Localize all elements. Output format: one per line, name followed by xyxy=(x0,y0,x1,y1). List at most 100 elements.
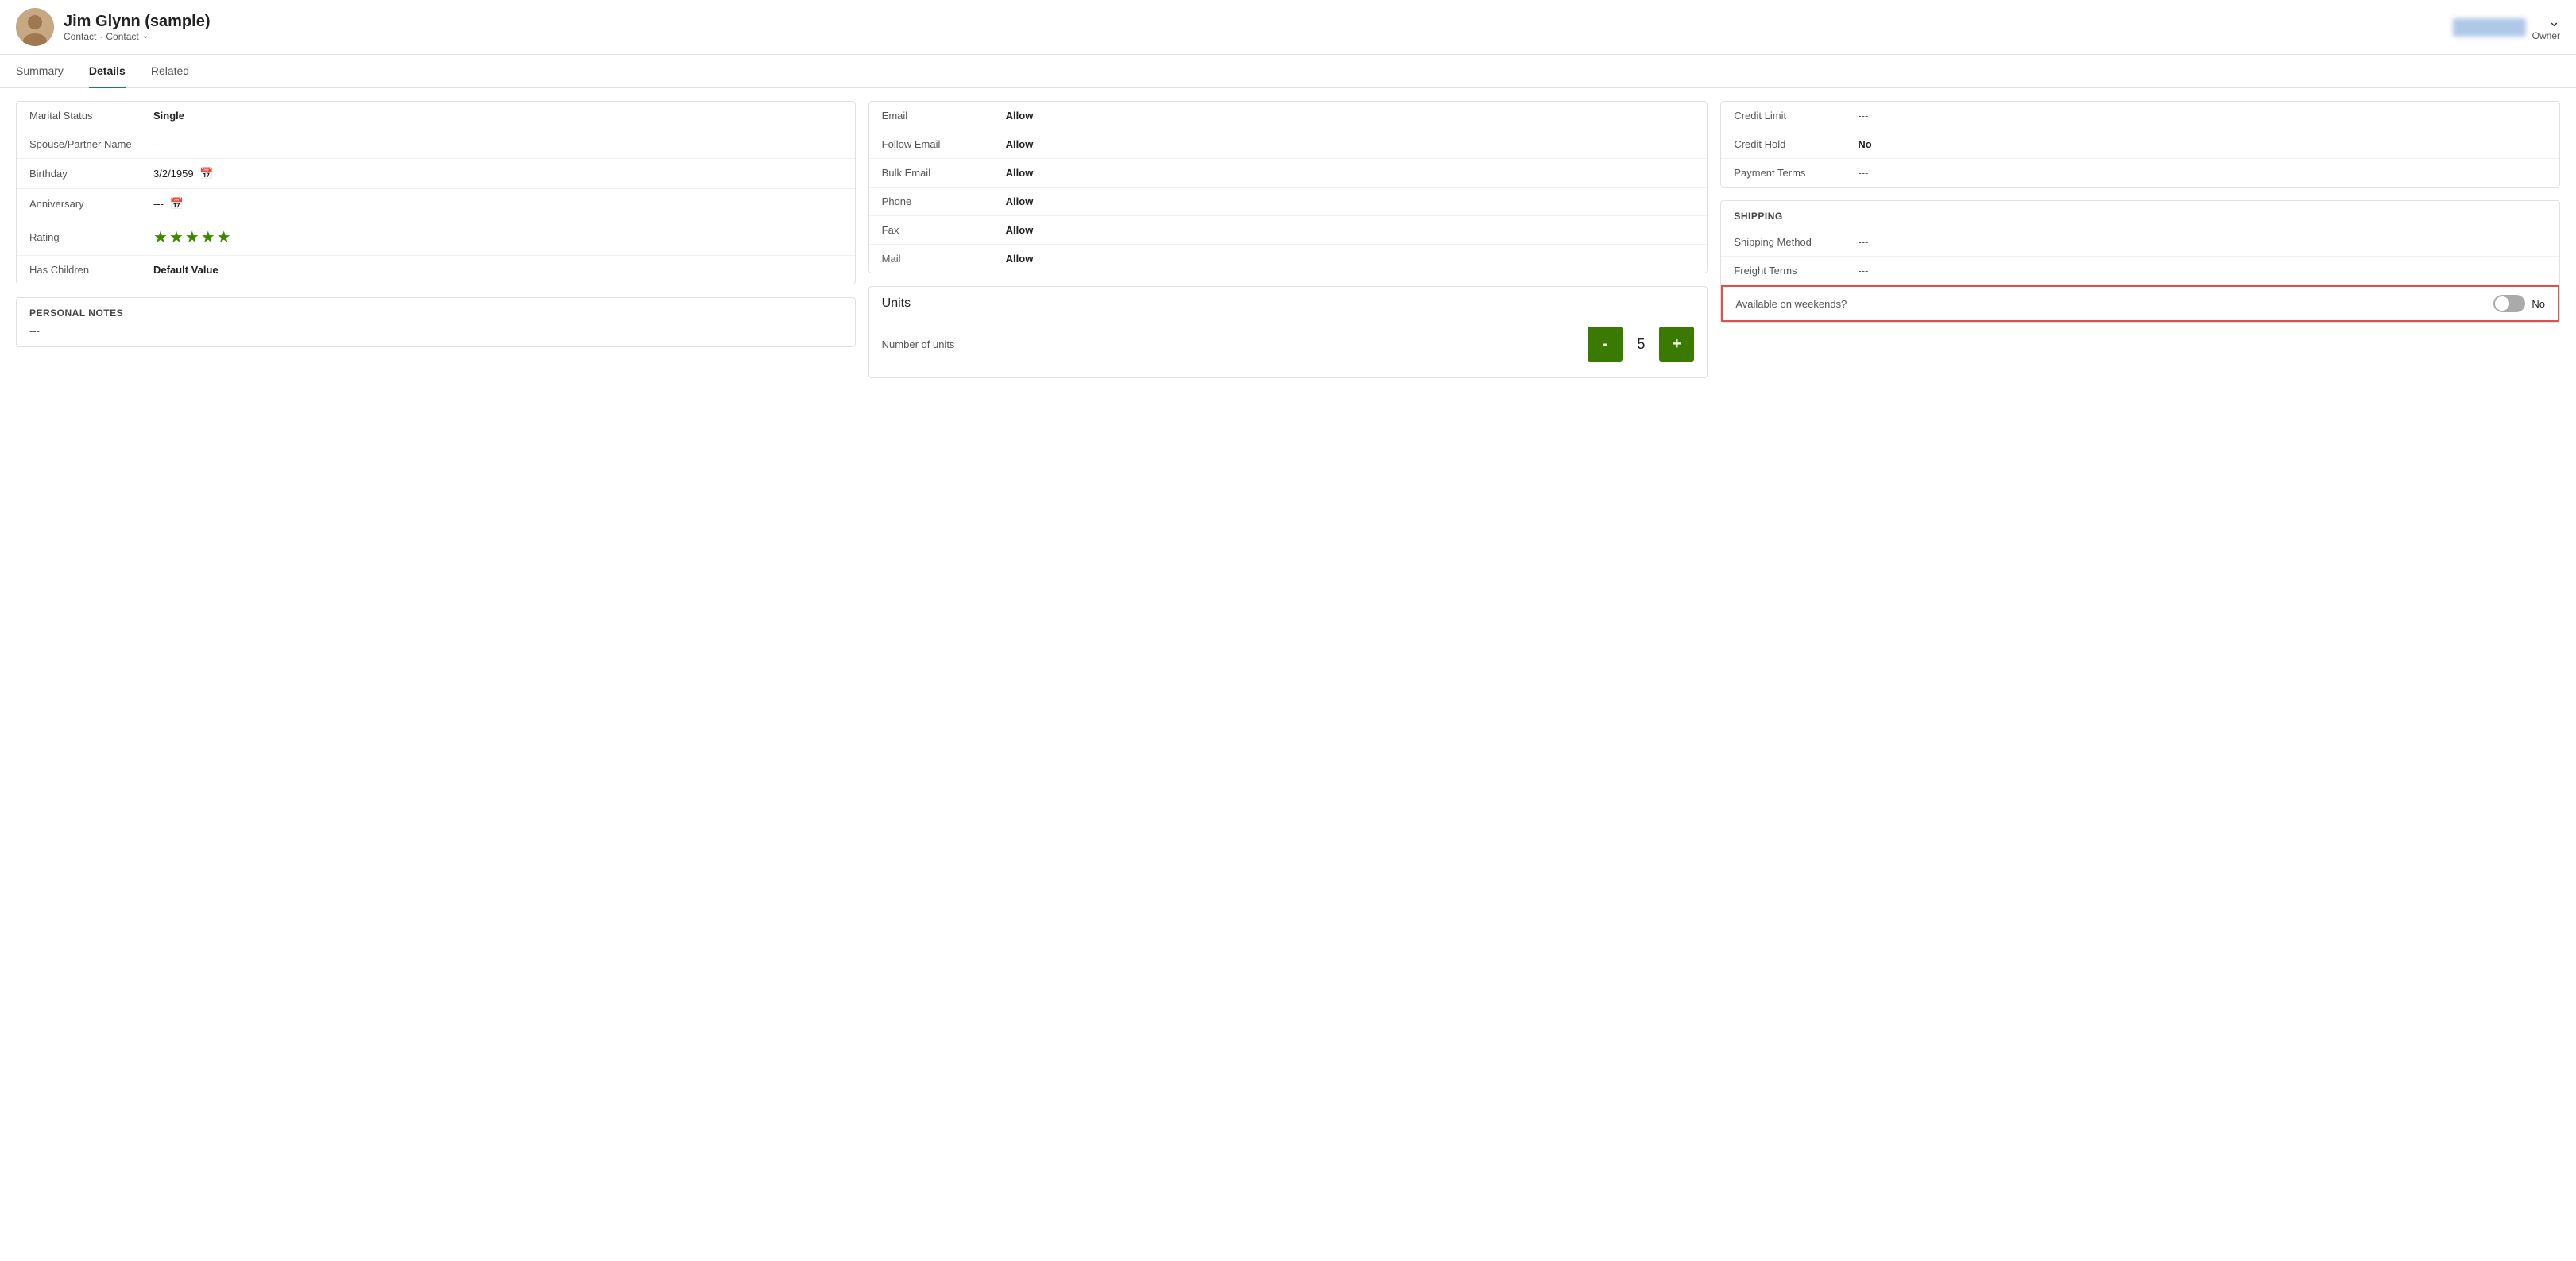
anniversary-calendar-icon[interactable]: 📅 xyxy=(170,197,184,210)
help-button[interactable]: Help Docs xyxy=(2453,18,2526,37)
credit-hold-row: Credit Hold No xyxy=(1721,130,2559,159)
has-children-value: Default Value xyxy=(153,264,842,276)
marital-status-value: Single xyxy=(153,110,842,122)
tab-summary[interactable]: Summary xyxy=(16,55,64,88)
contact-name: Jim Glynn (sample) xyxy=(64,13,211,31)
weekends-toggle[interactable] xyxy=(2493,295,2525,312)
units-row: Number of units - 5 + xyxy=(882,320,1695,368)
weekends-toggle-container: No xyxy=(2493,295,2545,312)
star-3: ★ xyxy=(185,227,199,247)
star-1: ★ xyxy=(153,227,168,247)
anniversary-value: --- 📅 xyxy=(153,197,842,211)
personal-notes-title: PERSONAL NOTES xyxy=(29,308,842,319)
fax-row: Fax Allow xyxy=(869,216,1708,245)
number-of-units-label: Number of units xyxy=(882,338,1576,350)
personal-info-panel: Marital Status Single Spouse/Partner Nam… xyxy=(16,101,856,284)
has-children-label: Has Children xyxy=(29,264,141,276)
freight-terms-row: Freight Terms --- xyxy=(1721,257,2559,285)
marital-status-label: Marital Status xyxy=(29,110,141,122)
owner-chevron-icon[interactable]: ⌄ xyxy=(2548,14,2560,30)
mail-row: Mail Allow xyxy=(869,245,1708,273)
owner-section: ⌄ Owner xyxy=(2532,14,2560,41)
units-controls: - 5 + xyxy=(1588,327,1694,362)
has-children-row: Has Children Default Value xyxy=(17,256,855,284)
header-title: Jim Glynn (sample) Contact · Contact ⌄ xyxy=(64,13,211,42)
birthday-row: Birthday 3/2/1959 📅 xyxy=(17,159,855,189)
nav-tabs: Summary Details Related xyxy=(0,55,2576,88)
email-value: Allow xyxy=(1006,110,1695,122)
follow-email-label: Follow Email xyxy=(882,138,993,150)
shipping-method-label: Shipping Method xyxy=(1734,236,1845,248)
star-4: ★ xyxy=(201,227,215,247)
contact-subtitle: Contact · Contact ⌄ xyxy=(64,31,211,42)
personal-notes-content: --- xyxy=(29,325,842,337)
spouse-row: Spouse/Partner Name --- xyxy=(17,130,855,159)
tab-details[interactable]: Details xyxy=(89,55,126,88)
units-title: Units xyxy=(882,296,1695,311)
credit-limit-value: --- xyxy=(1858,110,2547,122)
weekends-toggle-value: No xyxy=(2532,298,2545,310)
rating-label: Rating xyxy=(29,231,141,243)
bulk-email-row: Bulk Email Allow xyxy=(869,159,1708,188)
left-column: Marital Status Single Spouse/Partner Nam… xyxy=(16,101,856,347)
anniversary-label: Anniversary xyxy=(29,198,141,210)
bulk-email-label: Bulk Email xyxy=(882,167,993,179)
header-left: Jim Glynn (sample) Contact · Contact ⌄ xyxy=(16,8,211,46)
fax-value: Allow xyxy=(1006,224,1695,236)
spouse-value: --- xyxy=(153,138,842,150)
shipping-header: SHIPPING xyxy=(1721,201,2559,228)
birthday-value: 3/2/1959 📅 xyxy=(153,167,842,180)
credit-hold-value: No xyxy=(1858,138,2547,150)
freight-terms-label: Freight Terms xyxy=(1734,265,1845,277)
credit-limit-label: Credit Limit xyxy=(1734,110,1845,122)
units-increment-button[interactable]: + xyxy=(1659,327,1694,362)
payment-terms-value: --- xyxy=(1858,167,2547,179)
main-content: Marital Status Single Spouse/Partner Nam… xyxy=(0,88,2576,391)
mail-label: Mail xyxy=(882,253,993,265)
personal-notes-panel: PERSONAL NOTES --- xyxy=(16,297,856,347)
right-column: Credit Limit --- Credit Hold No Payment … xyxy=(1720,101,2560,323)
credit-hold-label: Credit Hold xyxy=(1734,138,1845,150)
owner-label: Owner xyxy=(2532,30,2560,41)
fax-label: Fax xyxy=(882,224,993,236)
bulk-email-value: Allow xyxy=(1006,167,1695,179)
rating-stars[interactable]: ★ ★ ★ ★ ★ xyxy=(153,227,842,247)
header-right: Help Docs ⌄ Owner xyxy=(2453,14,2560,41)
marital-status-row: Marital Status Single xyxy=(17,102,855,130)
credit-limit-row: Credit Limit --- xyxy=(1721,102,2559,130)
units-panel: Units Number of units - 5 + xyxy=(868,286,1708,378)
anniversary-row: Anniversary --- 📅 xyxy=(17,189,855,219)
payment-terms-row: Payment Terms --- xyxy=(1721,159,2559,187)
shipping-method-row: Shipping Method --- xyxy=(1721,228,2559,257)
birthday-calendar-icon[interactable]: 📅 xyxy=(199,167,213,180)
payment-terms-label: Payment Terms xyxy=(1734,167,1845,179)
weekends-label: Available on weekends? xyxy=(1735,298,2481,310)
email-label: Email xyxy=(882,110,993,122)
subtitle-chevron-icon[interactable]: ⌄ xyxy=(142,32,149,41)
weekends-row: Available on weekends? No xyxy=(1721,285,2559,322)
stars-group: ★ ★ ★ ★ ★ xyxy=(153,227,842,247)
avatar xyxy=(16,8,54,46)
phone-value: Allow xyxy=(1006,195,1695,207)
units-decrement-button[interactable]: - xyxy=(1588,327,1623,362)
center-column: Email Allow Follow Email Allow Bulk Emai… xyxy=(868,101,1708,378)
tab-related[interactable]: Related xyxy=(151,55,189,88)
subtitle2: Contact xyxy=(106,31,138,42)
follow-email-value: Allow xyxy=(1006,138,1695,150)
email-row: Email Allow xyxy=(869,102,1708,130)
contact-prefs-panel: Email Allow Follow Email Allow Bulk Emai… xyxy=(868,101,1708,273)
birthday-label: Birthday xyxy=(29,168,141,180)
shipping-panel: SHIPPING Shipping Method --- Freight Ter… xyxy=(1720,200,2560,323)
follow-email-row: Follow Email Allow xyxy=(869,130,1708,159)
subtitle1: Contact xyxy=(64,31,96,42)
rating-row: Rating ★ ★ ★ ★ ★ xyxy=(17,219,855,256)
mail-value: Allow xyxy=(1006,253,1695,265)
spouse-label: Spouse/Partner Name xyxy=(29,138,141,150)
credit-panel: Credit Limit --- Credit Hold No Payment … xyxy=(1720,101,2560,188)
phone-label: Phone xyxy=(882,195,993,207)
header: Jim Glynn (sample) Contact · Contact ⌄ H… xyxy=(0,0,2576,55)
units-value: 5 xyxy=(1629,336,1653,353)
shipping-method-value: --- xyxy=(1858,236,2547,248)
phone-row: Phone Allow xyxy=(869,188,1708,216)
freight-terms-value: --- xyxy=(1858,265,2547,277)
